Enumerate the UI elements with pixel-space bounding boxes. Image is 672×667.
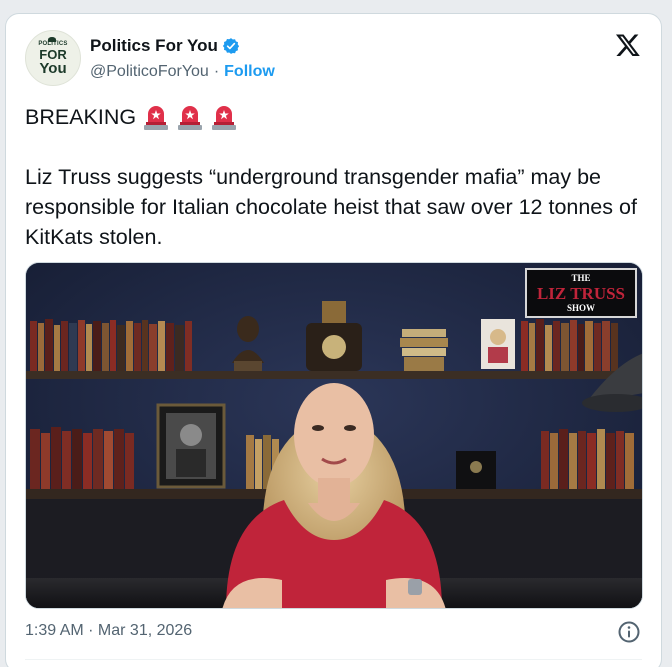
tweet-video-media[interactable]: THE LIZ TRUSS SHOW [25,262,643,609]
police-siren-emoji-icon [144,106,169,130]
handle-row: @PoliticoForYou · Follow [90,63,275,81]
follow-button[interactable]: Follow [224,63,275,81]
tweet-timestamp[interactable]: 1:39 AM · Mar 31, 2026 [25,622,192,640]
avatar[interactable]: POLITICS FOR You [25,30,81,86]
handle[interactable]: @PoliticoForYou [90,63,209,81]
breaking-text: BREAKING [25,105,137,129]
avatar-text-line2: FOR [39,46,67,62]
police-siren-emoji-icon [178,106,203,130]
tweet-card: POLITICS FOR You Politics For You @Polit… [5,13,662,667]
divider [25,659,642,660]
verified-badge-icon [222,38,239,54]
bird-icon [48,37,56,42]
show-logo-line1: THE [571,272,591,283]
x-logo-icon[interactable] [615,32,641,58]
display-name[interactable]: Politics For You [90,36,218,56]
avatar-text-line3: You [39,59,67,77]
info-icon[interactable] [617,620,641,644]
tweet-body: Liz Truss suggests “underground transgen… [25,165,637,249]
show-logo: THE LIZ TRUSS SHOW [526,269,636,317]
police-siren-emoji-icon [212,106,237,130]
breaking-line: BREAKING [25,102,238,132]
show-logo-line3: SHOW [566,302,595,313]
separator-dot: · [213,63,220,80]
show-logo-line2: LIZ TRUSS [536,283,626,303]
author-name-row: Politics For You [90,36,240,56]
